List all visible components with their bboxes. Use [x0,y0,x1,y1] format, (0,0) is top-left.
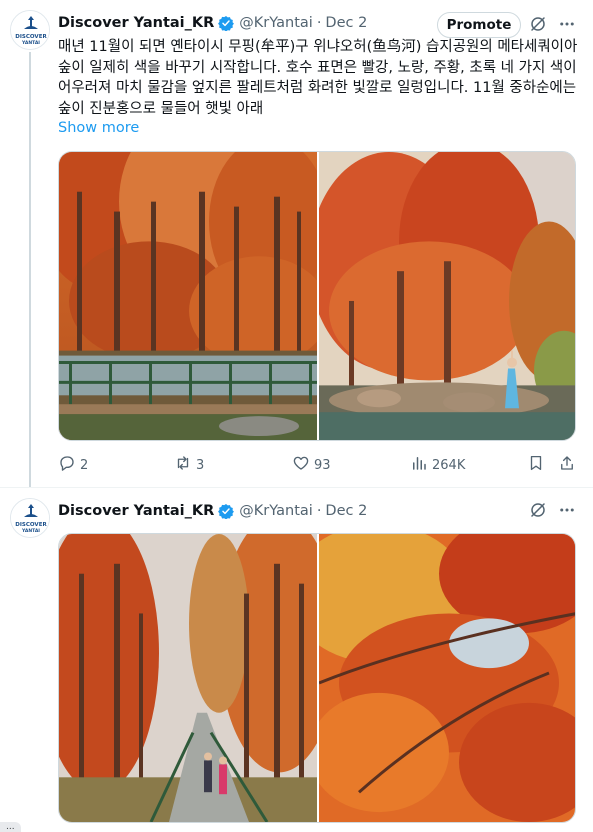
user-handle[interactable]: @KrYantai [239,503,313,519]
action-bar: 2 3 93 264K [58,454,578,476]
photo-metasequoia-lakeside[interactable] [319,152,575,440]
avatar-logo-bottom-text: YANTAI [21,40,40,46]
bookmark-button[interactable] [527,454,545,476]
promote-button[interactable]: Promote [437,12,521,38]
verified-badge-icon[interactable] [218,503,235,519]
grok-icon[interactable] [529,501,547,523]
photo-metasequoia-branches-closeup[interactable] [319,534,575,822]
browser-status-url: ... [0,822,21,832]
display-name[interactable]: Discover Yantai_KR [58,503,214,519]
more-dots-icon[interactable] [558,501,576,523]
avatar[interactable]: DISCOVER YANTAI [10,10,50,50]
tweet-header: Discover Yantai_KR @KrYantai · Dec 2 [58,12,367,34]
media-grid[interactable] [58,151,576,441]
separator-dot: · [316,15,322,31]
media-grid[interactable] [58,533,576,823]
repost-button[interactable]: 3 [174,454,204,476]
photo-forest-boardwalk-walkers[interactable] [59,534,317,822]
user-handle[interactable]: @KrYantai [239,15,313,31]
more-dots-icon[interactable] [558,15,576,37]
grok-icon[interactable] [529,15,547,37]
bookmark-icon [527,454,545,476]
like-button[interactable]: 93 [292,454,331,476]
share-button[interactable] [558,454,576,476]
avatar[interactable]: DISCOVER YANTAI [10,498,50,538]
tweet-1[interactable]: DISCOVER YANTAI Discover Yantai_KR @KrYa… [0,0,593,488]
photo-metasequoia-boardwalk[interactable] [59,152,317,440]
like-count: 93 [314,457,331,473]
views-button[interactable]: 264K [410,454,465,476]
avatar-logo-top-text: DISCOVER [15,34,47,40]
views-chart-icon [410,454,428,476]
tweet-text: 매년 11월이 되면 옌타이시 무핑(牟平)구 위냐오허(鱼鸟河) 습지공원의 … [58,39,578,117]
separator-dot: · [316,503,322,519]
avatar-logo-top-text: DISCOVER [15,522,47,528]
verified-badge-icon[interactable] [218,15,235,31]
heart-icon [292,454,310,476]
thread-connector-line [29,52,31,487]
display-name[interactable]: Discover Yantai_KR [58,15,214,31]
share-icon [558,454,576,476]
post-date[interactable]: Dec 2 [325,503,367,519]
show-more-link[interactable]: Show more [58,120,139,136]
tweet-header: Discover Yantai_KR @KrYantai · Dec 2 [58,500,367,522]
discover-yantai-logo-icon: DISCOVER YANTAI [11,499,49,537]
post-date[interactable]: Dec 2 [325,15,367,31]
tweet-2[interactable]: DISCOVER YANTAI Discover Yantai_KR @KrYa… [0,488,593,830]
repost-count: 3 [196,457,205,473]
view-count: 264K [432,457,466,473]
reply-count: 2 [80,457,89,473]
avatar-logo-bottom-text: YANTAI [21,528,40,534]
repost-icon [174,454,192,476]
discover-yantai-logo-icon: DISCOVER YANTAI [11,11,49,49]
reply-button[interactable]: 2 [58,454,88,476]
reply-icon [58,454,76,476]
